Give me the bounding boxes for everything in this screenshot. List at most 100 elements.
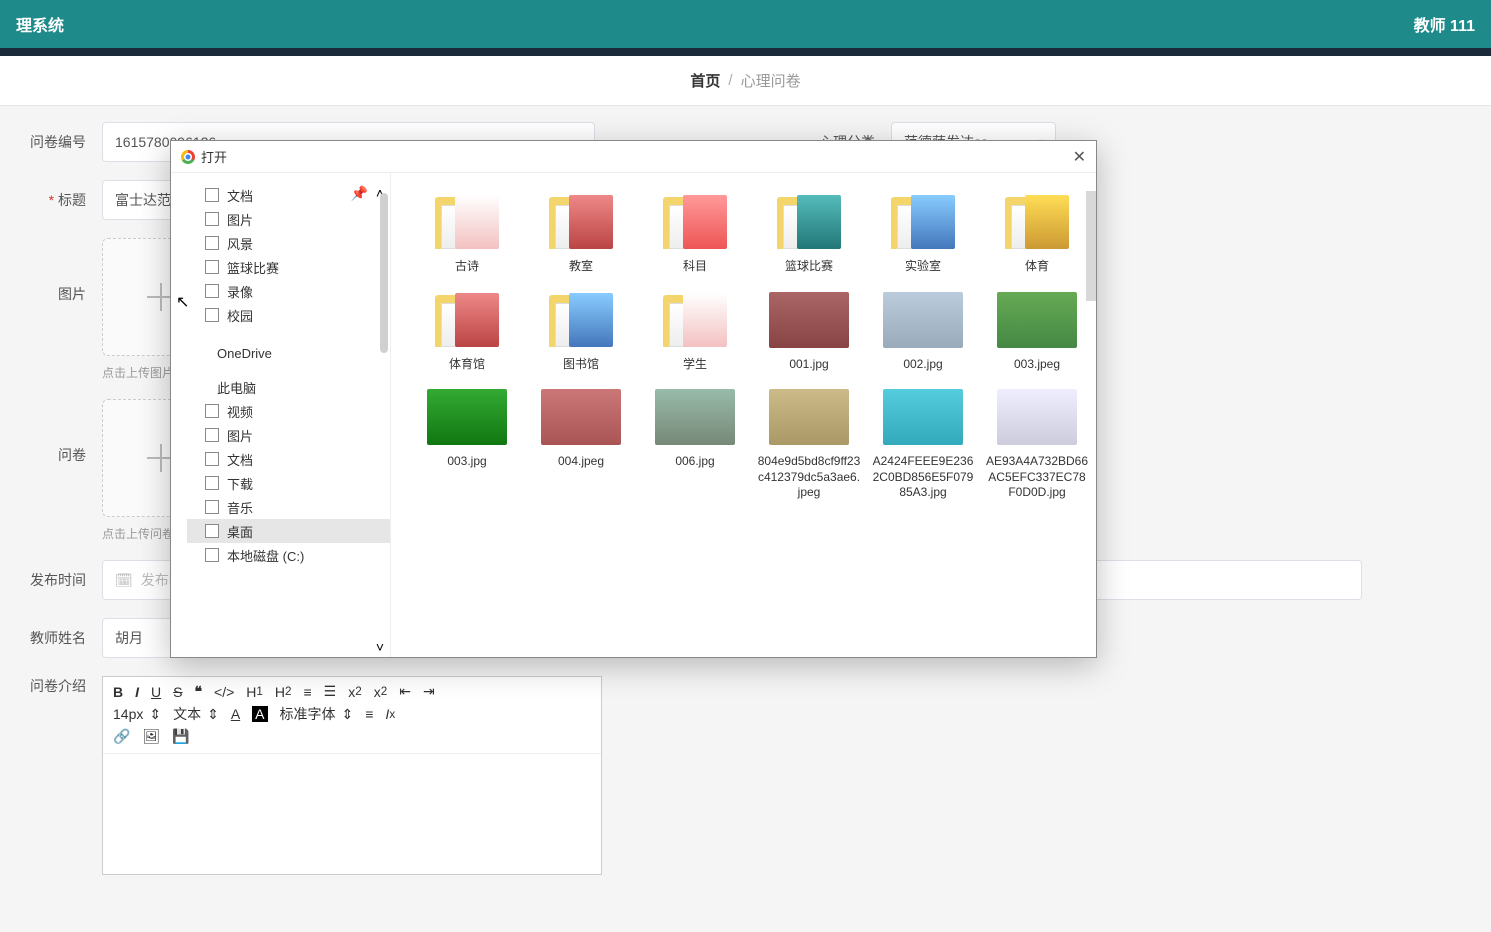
breadcrumb: 首页 / 心理问卷 (0, 56, 1491, 106)
h2-button[interactable]: H2 (275, 684, 292, 700)
code-button[interactable]: </> (214, 684, 234, 700)
save-button[interactable]: 💾 (172, 728, 189, 745)
calendar-icon: 🗓 (115, 572, 133, 589)
breadcrumb-sep: / (728, 72, 732, 89)
underline-button[interactable]: U (151, 684, 161, 700)
sidebar-item[interactable]: 桌面 (187, 519, 390, 543)
rich-editor: B I U S ❝ </> H1 H2 ≡ ☰ x2 x2 ⇤ ⇥ 14px⇕ (102, 676, 602, 875)
sidebar-item[interactable]: 图片 (187, 423, 390, 447)
folder-item[interactable]: 图书馆 (529, 289, 633, 373)
sidebar-item[interactable]: 下载 (187, 471, 390, 495)
image-item[interactable]: 004.jpeg (529, 386, 633, 501)
ul-button[interactable]: ☰ (324, 683, 337, 700)
chrome-icon (181, 150, 195, 164)
sidebar-scrollbar[interactable] (380, 193, 388, 353)
editor-toolbar: B I U S ❝ </> H1 H2 ≡ ☰ x2 x2 ⇤ ⇥ 14px⇕ (103, 677, 601, 754)
file-icon (205, 524, 219, 538)
quote-button[interactable]: ❝ (194, 683, 202, 700)
image-button[interactable]: 🖼 (142, 728, 160, 745)
file-icon (205, 308, 219, 322)
file-icon (205, 404, 219, 418)
align-button[interactable]: ≡ (365, 706, 373, 722)
text-dd[interactable]: 文本⇕ (173, 704, 219, 724)
teacher-label: 教师姓名 (20, 628, 86, 648)
link-button[interactable]: 🔗 (113, 728, 130, 745)
survey-label: 问卷 (20, 445, 86, 465)
breadcrumb-current: 心理问卷 (741, 70, 801, 91)
image-item[interactable]: 804e9d5bd8cf9ff23c412379dc5a3ae6.jpeg (757, 386, 861, 501)
sidebar-item[interactable]: 录像 (187, 279, 390, 303)
subscript-button[interactable]: x2 (348, 684, 361, 700)
folder-item[interactable]: 体育 (985, 191, 1089, 275)
top-bar: 理系统 教师 111 (0, 0, 1491, 48)
dialog-titlebar[interactable]: 打开 ✕ (171, 141, 1096, 173)
folder-item[interactable]: 篮球比赛 (757, 191, 861, 275)
dialog-file-area: 古诗教室科目篮球比赛实验室体育体育馆图书馆学生001.jpg002.jpg003… (391, 173, 1096, 657)
outdent-button[interactable]: ⇥ (423, 683, 435, 700)
bold-button[interactable]: B (113, 684, 123, 700)
row-intro: 问卷介绍 B I U S ❝ </> H1 H2 ≡ ☰ x2 x2 ⇤ ⇥ (20, 676, 1471, 875)
font-family-dd[interactable]: 标准字体⇕ (280, 704, 354, 724)
italic-button[interactable]: I (135, 684, 139, 700)
folder-item[interactable]: 学生 (643, 289, 747, 373)
strike-button[interactable]: S (173, 684, 182, 700)
folder-item[interactable]: 科目 (643, 191, 747, 275)
image-item[interactable]: A2424FEEE9E2362C0BD856E5F07985A3.jpg (871, 386, 975, 501)
breadcrumb-home[interactable]: 首页 (690, 70, 720, 91)
file-open-dialog: 打开 ✕ 📌 ˄ 文档图片风景篮球比赛录像校园 OneDrive 此电脑 视频图… (170, 140, 1097, 658)
sidebar-thispc[interactable]: 此电脑 (187, 375, 390, 399)
h1-button[interactable]: H1 (246, 684, 263, 700)
image-item[interactable]: AE93A4A732BD66AC5EFC337EC78F0D0D.jpg (985, 386, 1089, 501)
folder-item[interactable]: 古诗 (415, 191, 519, 275)
sidebar-item[interactable]: 图片 (187, 207, 390, 231)
intro-label: 问卷介绍 (20, 676, 86, 696)
file-icon (205, 212, 219, 226)
system-title: 理系统 (16, 12, 64, 36)
sidebar-item[interactable]: 音乐 (187, 495, 390, 519)
bg-color-button[interactable]: A (252, 706, 267, 722)
editor-body[interactable] (103, 754, 601, 874)
file-icon (205, 548, 219, 562)
file-icon (205, 476, 219, 490)
file-icon (205, 260, 219, 274)
expand-icon[interactable]: ˅ (376, 639, 384, 655)
main-scrollbar[interactable] (1086, 191, 1096, 301)
file-icon (205, 236, 219, 250)
image-item[interactable]: 006.jpg (643, 386, 747, 501)
sidebar-item[interactable]: 篮球比赛 (187, 255, 390, 279)
id-label: 问卷编号 (20, 132, 86, 152)
folder-item[interactable]: 体育馆 (415, 289, 519, 373)
sidebar-item[interactable]: 本地磁盘 (C:) (187, 543, 390, 567)
image-item[interactable]: 003.jpg (415, 386, 519, 501)
sidebar-item[interactable]: 校园 (187, 303, 390, 327)
font-color-button[interactable]: A (231, 706, 240, 722)
superscript-button[interactable]: x2 (374, 684, 387, 700)
ol-button[interactable]: ≡ (304, 684, 312, 700)
dialog-sidebar: 📌 ˄ 文档图片风景篮球比赛录像校园 OneDrive 此电脑 视频图片文档下载… (171, 173, 391, 657)
image-item[interactable]: 003.jpeg (985, 289, 1089, 373)
sidebar-onedrive[interactable]: OneDrive (187, 341, 390, 365)
clear-format-button[interactable]: Ix (385, 706, 395, 722)
publish-label: 发布时间 (20, 570, 86, 590)
font-size-dd[interactable]: 14px⇕ (113, 706, 161, 723)
dark-divider (0, 48, 1491, 56)
file-icon (205, 284, 219, 298)
image-item[interactable]: 001.jpg (757, 289, 861, 373)
pin-icon[interactable]: 📌 (351, 185, 368, 202)
file-icon (205, 428, 219, 442)
title-label: 标题 (20, 190, 86, 210)
file-icon (205, 188, 219, 202)
image-label: 图片 (20, 284, 86, 304)
indent-button[interactable]: ⇤ (399, 683, 411, 700)
sidebar-item[interactable]: 视频 (187, 399, 390, 423)
file-icon (205, 452, 219, 466)
dialog-title: 打开 (201, 147, 227, 166)
file-icon (205, 500, 219, 514)
sidebar-item[interactable]: 文档 (187, 447, 390, 471)
sidebar-item[interactable]: 风景 (187, 231, 390, 255)
user-label[interactable]: 教师 111 (1414, 12, 1475, 36)
folder-item[interactable]: 实验室 (871, 191, 975, 275)
close-button[interactable]: ✕ (1073, 147, 1086, 167)
folder-item[interactable]: 教室 (529, 191, 633, 275)
image-item[interactable]: 002.jpg (871, 289, 975, 373)
